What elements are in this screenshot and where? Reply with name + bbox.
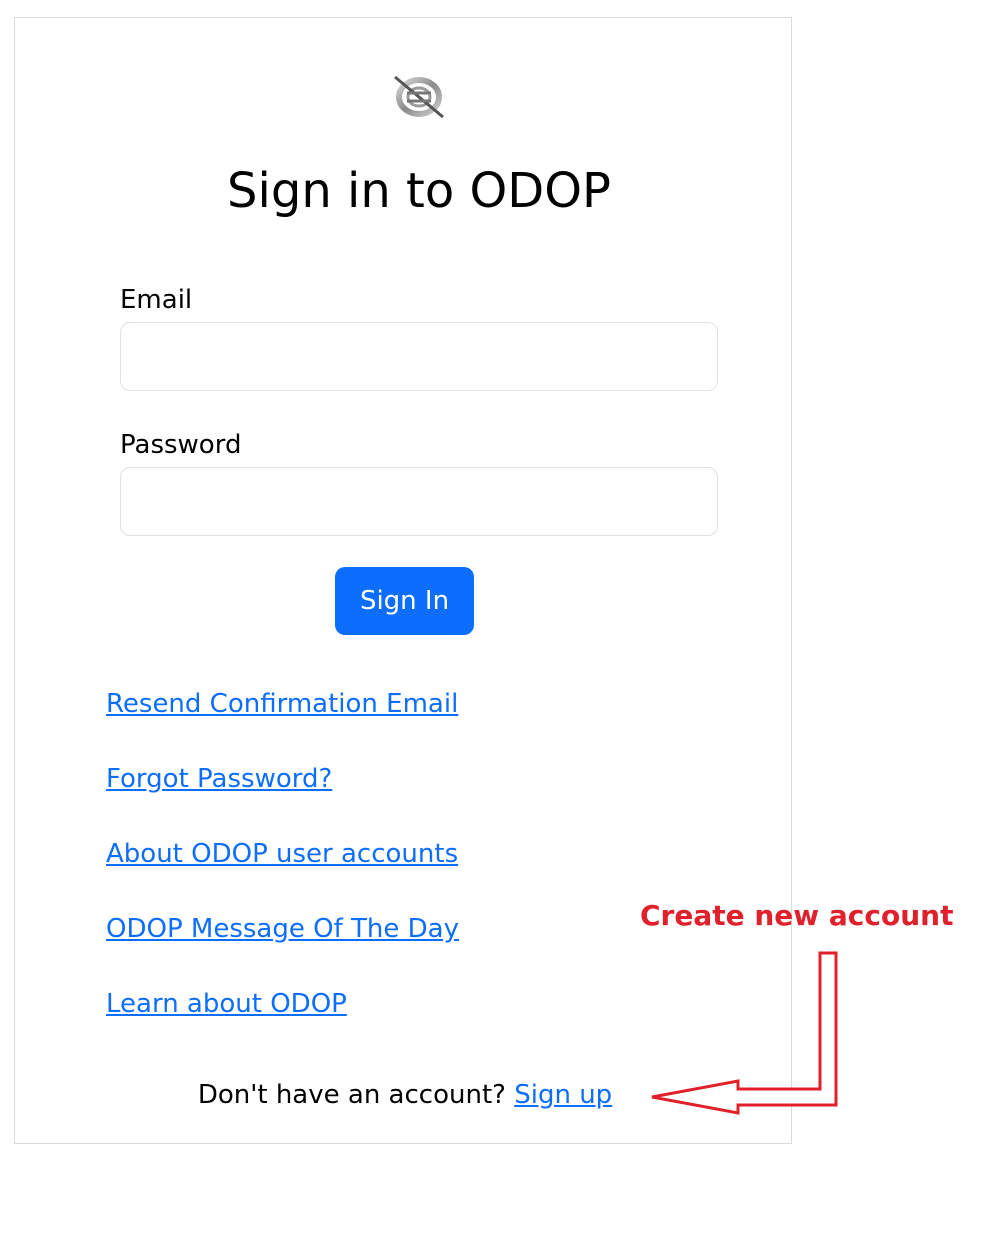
password-field[interactable] — [120, 467, 718, 536]
email-field[interactable] — [120, 322, 718, 391]
message-of-the-day-link[interactable]: ODOP Message Of The Day — [106, 911, 459, 947]
about-accounts-link[interactable]: About ODOP user accounts — [106, 836, 458, 872]
learn-about-odop-link[interactable]: Learn about ODOP — [106, 986, 347, 1022]
annotation-label: Create new account — [640, 899, 954, 932]
page-title: Sign in to ODOP — [227, 163, 611, 219]
sign-up-link[interactable]: Sign up — [514, 1080, 612, 1110]
password-label: Password — [120, 430, 242, 460]
resend-confirmation-link[interactable]: Resend Confirmation Email — [106, 686, 458, 722]
annotation-arrow-icon — [651, 951, 838, 1115]
odop-logo-icon — [394, 75, 444, 119]
sign-in-button[interactable]: Sign In — [335, 567, 474, 635]
signup-prompt: Don't have an account? — [197, 1080, 506, 1110]
email-label: Email — [120, 285, 193, 315]
forgot-password-link[interactable]: Forgot Password? — [106, 761, 332, 797]
